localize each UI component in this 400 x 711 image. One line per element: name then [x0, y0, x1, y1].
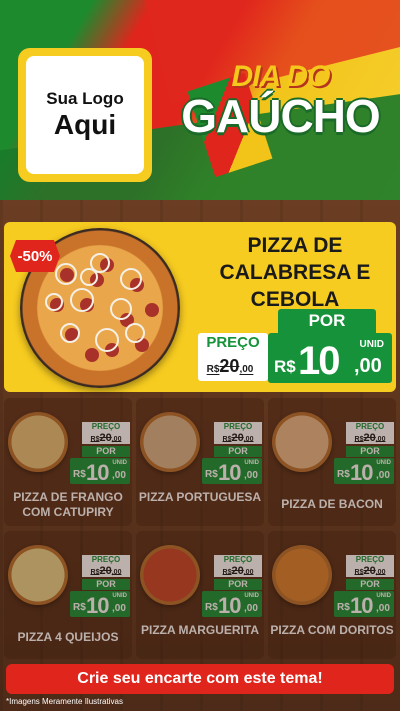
pepperoni-topping	[145, 303, 159, 317]
discount-badge: -50%	[10, 240, 60, 272]
product-card[interactable]	[268, 398, 396, 526]
onion-ring-topping	[80, 268, 98, 286]
onion-ring-topping	[120, 268, 142, 290]
title-gaucho: GAÚCHO	[181, 90, 380, 142]
featured-new-price: UNID R$ 10 ,00	[268, 333, 392, 383]
logo-placeholder[interactable]: Sua Logo Aqui	[18, 48, 152, 182]
pepperoni-topping	[85, 348, 99, 362]
onion-ring-topping	[70, 288, 94, 312]
logo-line1: Sua Logo	[46, 89, 124, 108]
product-card[interactable]	[136, 531, 264, 659]
featured-unid-label: UNID	[359, 339, 384, 350]
onion-ring-topping	[55, 263, 77, 285]
onion-ring-topping	[125, 323, 145, 343]
featured-price-cents: ,00	[354, 355, 382, 377]
onion-ring-topping	[45, 293, 63, 311]
featured-price-int: 10	[298, 339, 340, 383]
featured-old-int: 20	[219, 356, 240, 376]
featured-preco-label: PREÇO	[206, 334, 260, 351]
onion-ring-topping	[95, 328, 119, 352]
disclaimer-text: *Imagens Meramente Ilustrativas	[6, 697, 123, 706]
featured-old-cents: ,00	[239, 364, 254, 375]
product-card[interactable]	[4, 398, 132, 526]
featured-currency: R$	[274, 357, 296, 376]
onion-ring-topping	[60, 323, 80, 343]
product-card[interactable]	[4, 531, 132, 659]
title-dia-do: DIA DO	[231, 60, 331, 93]
logo-inner: Sua Logo Aqui	[26, 56, 144, 174]
product-card[interactable]	[268, 531, 396, 659]
featured-old-price: R$20,00	[198, 356, 262, 377]
event-title: DIA DO GAÚCHO	[168, 60, 393, 142]
featured-product-name: PIZZA DE CALABRESA E CEBOLA	[219, 234, 371, 311]
cta-button[interactable]: Crie seu encarte com este tema!	[6, 664, 394, 694]
featured-por-label: POR	[278, 309, 376, 333]
product-card[interactable]	[136, 398, 264, 526]
featured-old-currency: R$	[206, 364, 220, 375]
onion-ring-topping	[110, 298, 132, 320]
logo-line2: Aqui	[53, 109, 117, 140]
